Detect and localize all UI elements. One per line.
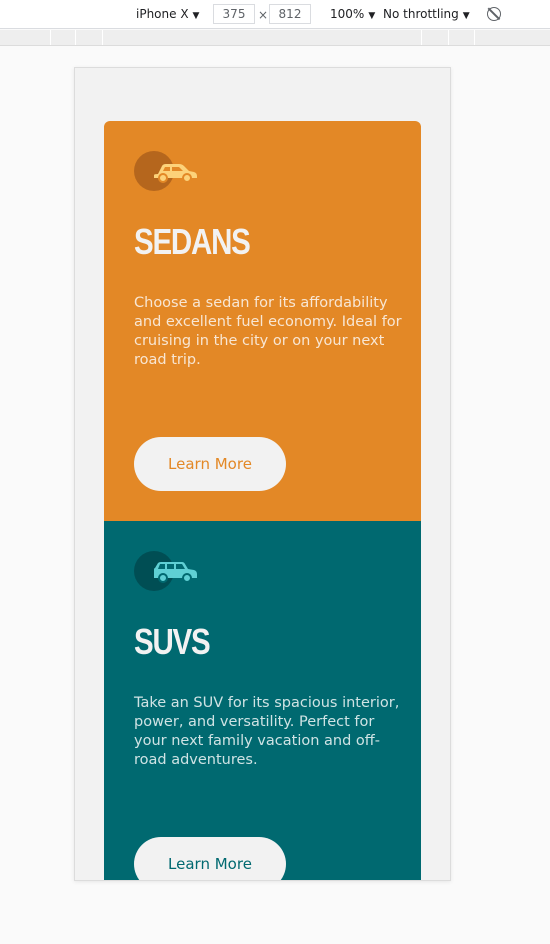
card-description: Choose a sedan for its affordability and… xyxy=(134,295,402,368)
sedan-car-icon-shape xyxy=(154,164,197,183)
card-title: Sedans xyxy=(134,221,251,262)
chevron-down-icon: ▼ xyxy=(462,11,470,21)
rotate-icon[interactable] xyxy=(487,7,501,21)
suv-car-icon-shape xyxy=(154,562,197,583)
zoom-label: 100% xyxy=(330,7,365,21)
suvs-card: SUVs Take an SUV for its spacious interi… xyxy=(104,521,421,880)
sedans-card: Sedans Choose a sedan for its affordabil… xyxy=(104,121,421,521)
ruler-segment xyxy=(50,30,51,45)
width-input[interactable]: 375 xyxy=(213,4,255,24)
chevron-down-icon: ▼ xyxy=(368,11,376,21)
ruler-segment xyxy=(448,30,449,45)
throttling-select[interactable]: No throttling ▼ xyxy=(383,6,470,23)
height-input[interactable]: 812 xyxy=(269,4,311,24)
card-title: SUVs xyxy=(134,621,211,662)
learn-more-button[interactable]: Learn More xyxy=(134,437,286,491)
card-description: Take an SUV for its spacious interior, p… xyxy=(134,695,400,768)
sedan-car-icon xyxy=(134,151,204,191)
device-select[interactable]: iPhone X ▼ xyxy=(136,6,199,23)
ruler-segment xyxy=(102,30,103,45)
zoom-select[interactable]: 100% ▼ xyxy=(330,6,375,23)
suv-car-icon xyxy=(134,551,204,591)
media-query-ruler[interactable] xyxy=(0,30,550,46)
chevron-down-icon: ▼ xyxy=(192,11,200,21)
devtools-device-toolbar: iPhone X ▼ 375 × 812 100% ▼ No throttling ▼ xyxy=(0,0,550,29)
learn-more-button[interactable]: Learn More xyxy=(134,837,286,880)
ruler-segment xyxy=(474,30,475,45)
dimension-separator: × xyxy=(258,8,269,22)
ruler-segment xyxy=(75,30,76,45)
device-viewport: Sedans Choose a sedan for its affordabil… xyxy=(74,67,451,881)
throttling-label: No throttling xyxy=(383,7,459,21)
device-label: iPhone X xyxy=(136,7,189,21)
ruler-segment xyxy=(421,30,422,45)
